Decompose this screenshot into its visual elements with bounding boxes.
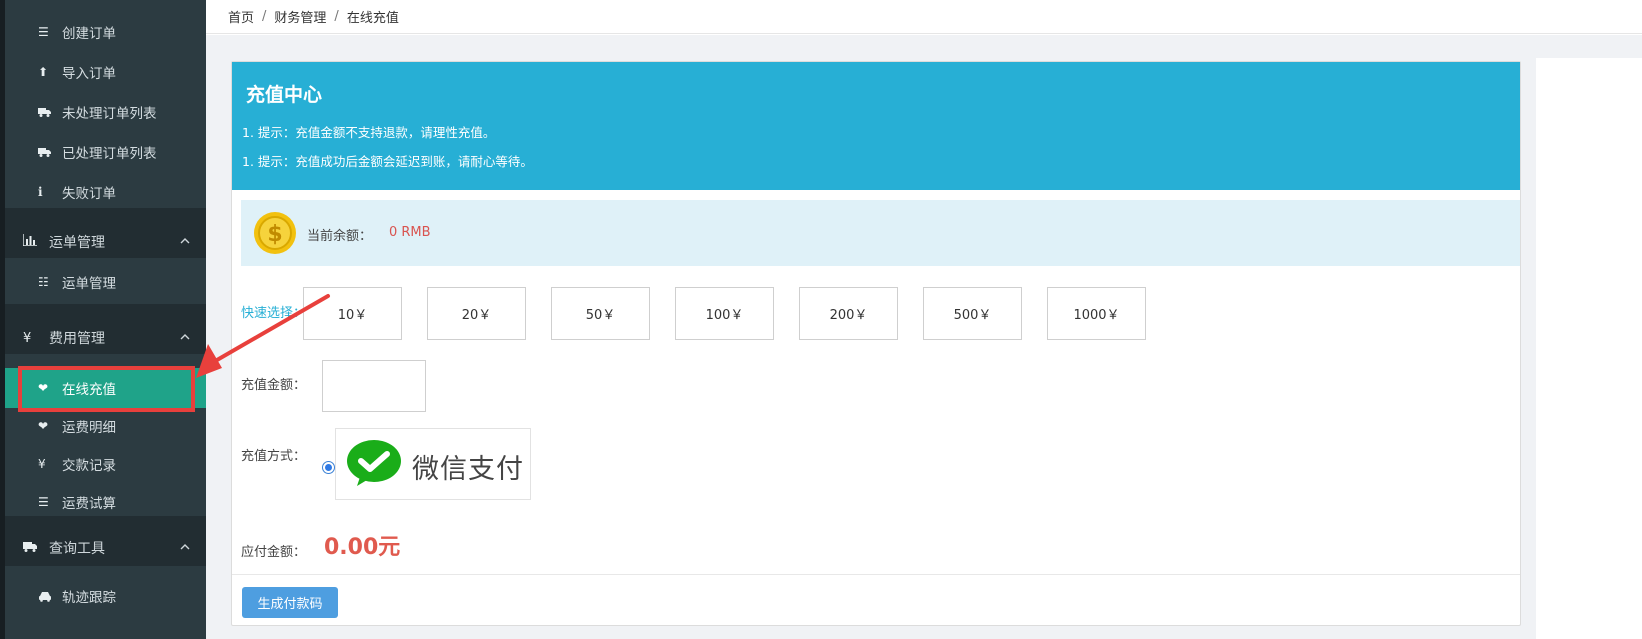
sidebar-item-online-recharge[interactable]: ❤ 在线充值 [5, 368, 206, 408]
wechat-icon [347, 440, 401, 486]
tip-delay: 1. 提示：充值成功后金额会延迟到账，请耐心等待。 [242, 154, 533, 169]
sidebar-item-failed-orders[interactable]: i 失败订单 [5, 172, 206, 212]
coin-icon: $ [254, 212, 296, 254]
sidebar-item-label: 已处理订单列表 [62, 146, 157, 162]
breadcrumb-separator: / [334, 9, 339, 24]
breadcrumb-section[interactable]: 财务管理 [274, 7, 326, 26]
balance-value: 0 RMB [389, 225, 431, 240]
amount-option-1000[interactable]: 1000￥ [1047, 287, 1146, 340]
right-panel [1536, 58, 1642, 639]
sidebar-item-label: 在线充值 [62, 382, 116, 398]
sidebar-item-import-order[interactable]: ⬆ 导入订单 [5, 52, 206, 92]
chevron-up-icon [180, 238, 190, 244]
amount-option-100[interactable]: 100￥ [675, 287, 774, 340]
sidebar-item-label: 运单管理 [62, 276, 116, 292]
sidebar-item-label: 未处理订单列表 [62, 106, 157, 122]
yen-icon: ¥ [38, 457, 46, 471]
sidebar-group-fee[interactable]: ¥ 费用管理 [5, 313, 206, 363]
sidebar-item-label: 失败订单 [62, 186, 116, 202]
bar-chart-icon [22, 234, 49, 250]
list-icon: ☰ [38, 495, 49, 509]
heart-icon: ❤ [38, 419, 49, 433]
page-title: 充值中心 [246, 84, 323, 106]
wechat-pay-label: 微信支付 [412, 454, 524, 485]
amount-option-10[interactable]: 10￥ [303, 287, 402, 340]
tip-refund: 1. 提示：充值金额不支持退款，请理性充值。 [242, 125, 496, 140]
recharge-amount-label: 充值金额： [241, 378, 307, 393]
table-icon: ☷ [38, 275, 49, 289]
breadcrumb-current: 在线充值 [346, 11, 399, 26]
sidebar-item-label: 导入订单 [62, 66, 116, 82]
amount-option-50[interactable]: 50￥ [551, 287, 650, 340]
yen-icon: ¥ [23, 330, 32, 346]
balance-label: 当前余额： [307, 229, 373, 244]
recharge-card: 充值中心 1. 提示：充值金额不支持退款，请理性充值。 1. 提示：充值成功后金… [231, 61, 1521, 626]
payable-label: 应付金额： [241, 545, 307, 560]
sidebar-item-track[interactable]: 轨迹跟踪 [5, 576, 206, 616]
quick-select-label: 快速选择： [241, 306, 307, 321]
svg-text:$: $ [267, 222, 282, 247]
sidebar-item-label: 交款记录 [62, 458, 116, 474]
recharge-amount-input[interactable] [322, 360, 426, 412]
sidebar: ☰ 创建订单 ⬆ 导入订单 未处理订单列表 已处理订单列表 i 失败订单 运单管… [0, 0, 206, 639]
sidebar-group-waybill[interactable]: 运单管理 [5, 217, 206, 267]
sidebar-item-label: 创建订单 [62, 26, 116, 42]
payable-value: 0.00元 [324, 535, 401, 560]
sidebar-group-label: 查询工具 [49, 541, 105, 557]
divider [232, 574, 1520, 575]
chevron-up-icon [180, 334, 190, 340]
car-icon [38, 591, 62, 602]
wechat-pay-option[interactable]: 微信支付 [335, 428, 531, 500]
info-icon: i [38, 185, 43, 199]
truck-icon [23, 541, 49, 556]
heart-icon: ❤ [38, 381, 49, 395]
sidebar-item-waybill-manage[interactable]: ☷ 运单管理 [5, 262, 206, 302]
chevron-up-icon [180, 544, 190, 550]
wechat-pay-radio[interactable] [322, 461, 335, 474]
payment-method-label: 充值方式： [241, 449, 307, 464]
card-header: 充值中心 1. 提示：充值金额不支持退款，请理性充值。 1. 提示：充值成功后金… [232, 62, 1520, 190]
breadcrumb-separator: / [262, 9, 267, 24]
sidebar-group-query[interactable]: 查询工具 [5, 523, 206, 573]
sidebar-group-label: 运单管理 [49, 235, 105, 251]
generate-qr-button[interactable]: 生成付款码 [242, 587, 338, 618]
list-icon: ☰ [38, 25, 49, 39]
amount-option-200[interactable]: 200￥ [799, 287, 898, 340]
sidebar-item-freight-calc[interactable]: ☰ 运费试算 [5, 482, 206, 522]
balance-panel: $ 当前余额： 0 RMB [241, 200, 1520, 266]
sidebar-item-unprocessed-orders[interactable]: 未处理订单列表 [5, 92, 206, 132]
sidebar-item-label: 轨迹跟踪 [62, 590, 116, 606]
sidebar-item-processed-orders[interactable]: 已处理订单列表 [5, 132, 206, 172]
truck-icon [38, 147, 62, 157]
upload-icon: ⬆ [38, 65, 49, 79]
sidebar-item-label: 运费试算 [62, 496, 116, 512]
amount-option-500[interactable]: 500￥ [923, 287, 1022, 340]
amount-option-20[interactable]: 20￥ [427, 287, 526, 340]
sidebar-group-label: 费用管理 [49, 331, 105, 347]
breadcrumb: 首页 / 财务管理 / 在线充值 [206, 0, 1642, 34]
truck-icon [38, 107, 62, 117]
sidebar-item-label: 运费明细 [62, 420, 116, 436]
sidebar-item-create-order[interactable]: ☰ 创建订单 [5, 12, 206, 52]
sidebar-item-payment-records[interactable]: ¥ 交款记录 [5, 444, 206, 484]
sidebar-item-freight-detail[interactable]: ❤ 运费明细 [5, 406, 206, 446]
breadcrumb-home[interactable]: 首页 [228, 7, 254, 26]
